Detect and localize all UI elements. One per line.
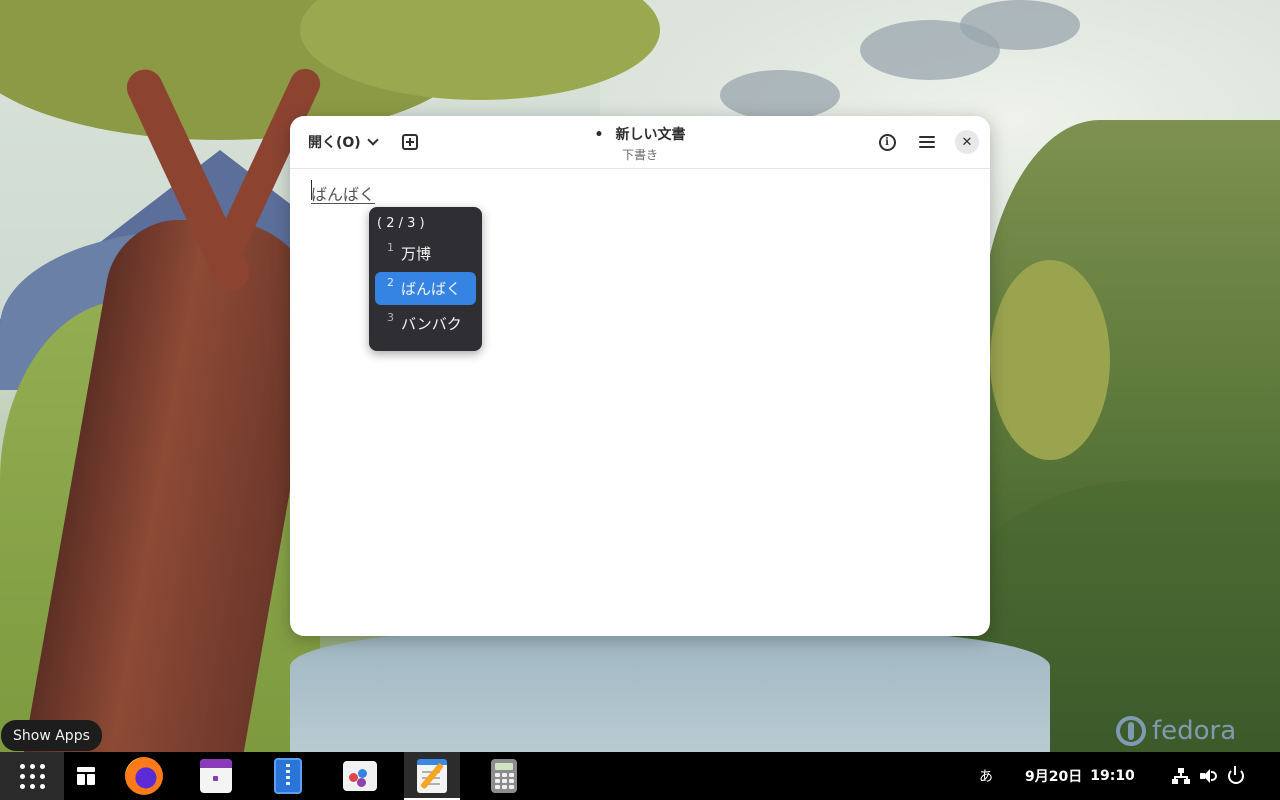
ime-candidate-3[interactable]: 3 バンバク bbox=[375, 307, 476, 340]
open-button-label: 開く(O) bbox=[308, 135, 361, 151]
clock-date: 9月20日 bbox=[1025, 769, 1083, 785]
candidate-text: バンバク bbox=[401, 315, 462, 333]
new-tab-icon bbox=[402, 134, 418, 150]
ime-candidate-popup: ( 2 / 3 ) 1 万博 2 ばんばく 3 バンバク bbox=[369, 207, 482, 351]
calculator-icon bbox=[491, 759, 517, 793]
show-apps-tooltip: Show Apps bbox=[1, 720, 102, 751]
fedora-logo-icon bbox=[1116, 716, 1146, 746]
document-properties-button[interactable]: i bbox=[875, 130, 899, 154]
volume-icon bbox=[1200, 768, 1218, 784]
ime-page-indicator: ( 2 / 3 ) bbox=[377, 216, 425, 231]
power-icon bbox=[1228, 766, 1244, 784]
software-store-icon bbox=[343, 761, 377, 791]
candidate-number: 3 bbox=[387, 311, 394, 324]
hamburger-menu-icon bbox=[919, 136, 935, 148]
dash-item-overview[interactable] bbox=[58, 752, 114, 800]
unsaved-indicator: • bbox=[594, 127, 604, 143]
fedora-watermark: fedora bbox=[1116, 716, 1236, 746]
dash-item-calendar[interactable] bbox=[188, 752, 244, 800]
system-status-menu[interactable] bbox=[1172, 752, 1244, 800]
header-bar: 開く(O) • 新しい文書 下書き i ✕ bbox=[290, 116, 990, 169]
show-apps-button[interactable] bbox=[0, 752, 64, 800]
wallpaper-water bbox=[290, 630, 1050, 752]
wallpaper-cloud bbox=[960, 0, 1080, 50]
document-title: 新しい文書 bbox=[615, 127, 686, 143]
main-menu-button[interactable] bbox=[915, 130, 939, 154]
info-icon: i bbox=[878, 133, 896, 151]
wallpaper-cloud bbox=[720, 70, 840, 120]
candidate-text: ばんばく bbox=[401, 280, 462, 298]
candidate-text: 万博 bbox=[401, 245, 432, 263]
text-editor-window: 開く(O) • 新しい文書 下書き i ✕ ばんばく bbox=[290, 116, 990, 636]
candidate-number: 2 bbox=[387, 276, 394, 289]
dash-item-text-editor[interactable] bbox=[404, 752, 460, 800]
firefox-icon bbox=[125, 757, 163, 795]
new-tab-button[interactable] bbox=[398, 130, 422, 154]
clock[interactable]: 9月20日 19:10 bbox=[1025, 752, 1135, 800]
dash-item-software[interactable] bbox=[332, 752, 388, 800]
archive-icon bbox=[274, 758, 302, 794]
text-editor-icon bbox=[417, 759, 447, 793]
window-overview-icon bbox=[77, 767, 95, 785]
input-method-indicator[interactable]: あ bbox=[970, 752, 1002, 800]
dash-item-calculator[interactable] bbox=[476, 752, 532, 800]
fedora-wordmark: fedora bbox=[1152, 716, 1237, 746]
ime-preedit-text: ばんばく bbox=[311, 185, 376, 204]
calendar-icon bbox=[200, 759, 232, 793]
ime-candidate-2[interactable]: 2 ばんばく bbox=[375, 272, 476, 305]
clock-time: 19:10 bbox=[1090, 768, 1135, 784]
app-grid-icon bbox=[19, 763, 45, 789]
dash-panel: あ 9月20日 19:10 bbox=[0, 752, 1280, 800]
ime-candidate-1[interactable]: 1 万博 bbox=[375, 237, 476, 270]
close-window-button[interactable]: ✕ bbox=[955, 130, 979, 154]
candidate-number: 1 bbox=[387, 241, 394, 254]
open-file-button[interactable]: 開く(O) bbox=[300, 128, 385, 156]
network-wired-icon bbox=[1172, 768, 1190, 784]
dash-item-file-roller[interactable] bbox=[260, 752, 316, 800]
dash-item-firefox[interactable] bbox=[116, 752, 172, 800]
wallpaper-bush bbox=[990, 260, 1110, 460]
chevron-down-icon bbox=[367, 134, 379, 146]
